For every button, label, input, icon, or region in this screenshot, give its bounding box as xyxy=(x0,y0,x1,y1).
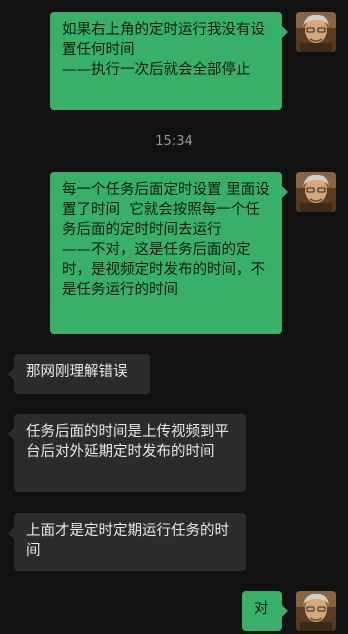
message-bubble-incoming[interactable]: 上面才是定时定期运行任务的时间 xyxy=(8,513,246,571)
message-bubble-outgoing[interactable]: 对 xyxy=(242,591,288,631)
user-avatar-icon[interactable] xyxy=(296,12,336,52)
message-bubble-incoming[interactable]: 任务后面的时间是上传视频到平台后对外延期定时发布的时间 xyxy=(8,414,246,492)
chat-window: 如果右上角的定时运行我没有设置任何时间 ——执行一次后就会全部停止 15:34 … xyxy=(0,0,348,634)
user-avatar-icon[interactable] xyxy=(296,172,336,212)
message-bubble-incoming[interactable]: 那网刚理解错误 xyxy=(8,354,150,394)
user-avatar-icon[interactable] xyxy=(296,591,336,631)
avatar-portrait-icon xyxy=(296,591,336,631)
message-bubble-outgoing[interactable]: 如果右上角的定时运行我没有设置任何时间 ——执行一次后就会全部停止 xyxy=(50,12,288,110)
avatar-portrait-icon xyxy=(296,12,336,52)
message-bubble-outgoing[interactable]: 每一个任务后面定时设置 里面设置了时间 它就会按照每一个任务后面的定时时间去运行… xyxy=(50,172,288,334)
message-timestamp: 15:34 xyxy=(155,134,193,149)
avatar-portrait-icon xyxy=(296,172,336,212)
